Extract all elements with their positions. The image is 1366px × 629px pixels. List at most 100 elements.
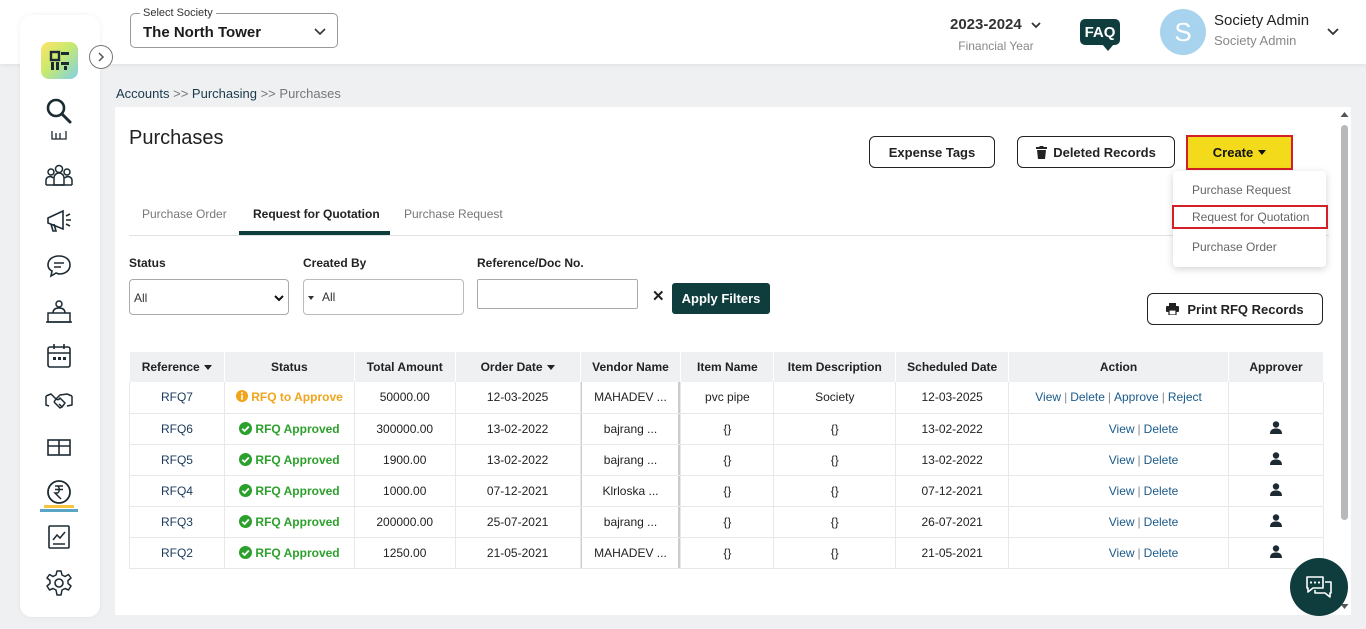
app-logo-icon[interactable] bbox=[41, 42, 78, 79]
view-link[interactable]: View bbox=[1109, 422, 1135, 436]
view-link[interactable]: View bbox=[1109, 453, 1135, 467]
delete-link[interactable]: Delete bbox=[1070, 390, 1105, 404]
calendar-icon[interactable] bbox=[44, 341, 74, 371]
cell-scheduled-date: 13-02-2022 bbox=[895, 413, 1010, 445]
faq-button[interactable]: FAQ bbox=[1080, 19, 1120, 51]
chat-bubbles-icon bbox=[1306, 576, 1332, 598]
megaphone-icon[interactable] bbox=[44, 206, 74, 236]
status-filter-select[interactable]: All bbox=[129, 279, 289, 315]
accounts-rupee-icon[interactable] bbox=[40, 478, 78, 512]
created-by-filter-select[interactable]: All bbox=[303, 279, 464, 315]
create-button[interactable]: Create bbox=[1186, 135, 1293, 170]
cell-scheduled-date: 26-07-2021 bbox=[895, 506, 1010, 538]
delete-link[interactable]: Delete bbox=[1144, 422, 1179, 436]
cell-vendor: MAHADEV ... bbox=[580, 382, 682, 414]
cell-item-name: {} bbox=[680, 475, 775, 507]
members-icon[interactable] bbox=[44, 160, 74, 190]
print-rfq-records-label: Print RFQ Records bbox=[1187, 301, 1304, 317]
reports-icon[interactable] bbox=[44, 522, 74, 552]
breadcrumb-purchasing[interactable]: Purchasing bbox=[192, 86, 257, 101]
cell-approver bbox=[1228, 413, 1324, 445]
expense-tags-button[interactable]: Expense Tags bbox=[869, 136, 995, 168]
user-menu-chevron-icon[interactable] bbox=[1326, 24, 1340, 41]
society-select[interactable]: Select Society The North Tower bbox=[130, 7, 338, 48]
avatar[interactable]: S bbox=[1160, 9, 1206, 55]
cell-reference[interactable]: RFQ4 bbox=[129, 475, 225, 507]
cell-vendor: bajrang ... bbox=[580, 413, 682, 445]
column-header-approver: Approver bbox=[1228, 352, 1324, 382]
delete-link[interactable]: Delete bbox=[1144, 515, 1179, 529]
scroll-up-icon[interactable] bbox=[1340, 111, 1349, 118]
view-link[interactable]: View bbox=[1035, 390, 1061, 404]
user-icon[interactable] bbox=[1270, 451, 1282, 465]
print-rfq-records-button[interactable]: Print RFQ Records bbox=[1147, 293, 1323, 325]
building-icon[interactable] bbox=[44, 131, 74, 141]
menu-item-purchase-request[interactable]: Purchase Request bbox=[1173, 178, 1326, 202]
trash-icon bbox=[1036, 145, 1048, 159]
check-circle-icon bbox=[239, 514, 253, 528]
delete-link[interactable]: Delete bbox=[1144, 484, 1179, 498]
apply-filters-button[interactable]: Apply Filters bbox=[672, 283, 770, 314]
financial-year-selector[interactable]: 2023-2024 Financial Year bbox=[950, 16, 1042, 53]
page-scrollbar[interactable] bbox=[1339, 111, 1349, 611]
chat-support-button[interactable] bbox=[1290, 558, 1348, 616]
table-row: RFQ2 RFQ Approved 1250.00 21-05-2021 MAH… bbox=[129, 537, 1324, 569]
cell-reference[interactable]: RFQ5 bbox=[129, 444, 225, 476]
cell-actions: View | Delete | Approve | Reject bbox=[1008, 382, 1229, 414]
cell-item-name: {} bbox=[680, 506, 775, 538]
clear-filters-icon[interactable]: ✕ bbox=[652, 287, 665, 305]
scrollbar-thumb[interactable] bbox=[1341, 125, 1348, 520]
reject-link[interactable]: Reject bbox=[1168, 390, 1202, 404]
breadcrumb-accounts[interactable]: Accounts bbox=[116, 86, 169, 101]
user-icon[interactable] bbox=[1270, 513, 1282, 527]
status-filter-label: Status bbox=[129, 256, 166, 270]
sidebar-toggle-button[interactable] bbox=[89, 45, 113, 69]
status-text: RFQ Approved bbox=[255, 514, 340, 529]
delete-link[interactable]: Delete bbox=[1144, 453, 1179, 467]
reference-filter-input[interactable] bbox=[477, 279, 638, 309]
cell-order-date: 25-07-2021 bbox=[455, 506, 581, 538]
tab-purchase-request[interactable]: Purchase Request bbox=[404, 207, 503, 221]
cell-approver bbox=[1228, 475, 1324, 507]
sort-caret-icon bbox=[203, 365, 212, 371]
cell-reference[interactable]: RFQ6 bbox=[129, 413, 225, 445]
view-link[interactable]: View bbox=[1109, 515, 1135, 529]
financial-year-label: Financial Year bbox=[958, 39, 1034, 53]
column-header-reference[interactable]: Reference bbox=[129, 352, 225, 382]
gear-icon[interactable] bbox=[44, 568, 74, 598]
cell-vendor: MAHADEV ... bbox=[580, 537, 682, 569]
society-select-label: Select Society bbox=[140, 7, 216, 19]
caret-down-icon bbox=[308, 296, 314, 300]
approve-link[interactable]: Approve bbox=[1114, 390, 1159, 404]
tab-purchase-order[interactable]: Purchase Order bbox=[142, 207, 227, 221]
cell-actions: View | Delete bbox=[1008, 537, 1229, 569]
cell-item-description: {} bbox=[773, 506, 897, 538]
search-icon[interactable] bbox=[44, 96, 74, 126]
menu-item-request-for-quotation[interactable]: Request for Quotation bbox=[1172, 205, 1328, 229]
menu-item-purchase-order[interactable]: Purchase Order bbox=[1173, 235, 1326, 259]
deleted-records-button[interactable]: Deleted Records bbox=[1017, 136, 1175, 168]
helpdesk-icon[interactable] bbox=[44, 297, 74, 327]
view-link[interactable]: View bbox=[1109, 546, 1135, 560]
column-header-order-date[interactable]: Order Date bbox=[455, 352, 581, 382]
cell-reference[interactable]: RFQ7 bbox=[129, 382, 225, 414]
chat-icon[interactable] bbox=[44, 251, 74, 281]
page-title: Purchases bbox=[129, 127, 224, 149]
tab-request-for-quotation[interactable]: Request for Quotation bbox=[253, 207, 380, 221]
user-icon[interactable] bbox=[1270, 544, 1282, 558]
created-by-filter-label: Created By bbox=[303, 256, 367, 270]
chevron-down-icon bbox=[313, 24, 327, 41]
assets-icon[interactable] bbox=[44, 432, 74, 462]
view-link[interactable]: View bbox=[1109, 484, 1135, 498]
delete-link[interactable]: Delete bbox=[1144, 546, 1179, 560]
cell-item-description: {} bbox=[773, 537, 897, 569]
handshake-icon[interactable] bbox=[44, 386, 74, 416]
cell-order-date: 13-02-2022 bbox=[455, 413, 581, 445]
cell-reference[interactable]: RFQ2 bbox=[129, 537, 225, 569]
cell-scheduled-date: 13-02-2022 bbox=[895, 444, 1010, 476]
user-icon[interactable] bbox=[1270, 420, 1282, 434]
breadcrumb-purchases: Purchases bbox=[279, 86, 341, 101]
user-icon[interactable] bbox=[1270, 482, 1282, 496]
cell-reference[interactable]: RFQ3 bbox=[129, 506, 225, 538]
cell-order-date: 07-12-2021 bbox=[455, 475, 581, 507]
